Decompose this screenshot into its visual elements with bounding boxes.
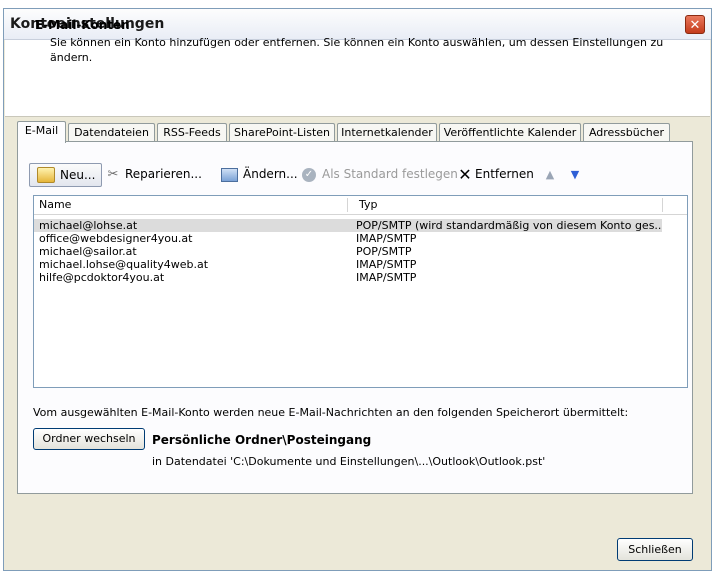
column-divider[interactable] xyxy=(347,198,348,212)
change-button[interactable]: Ändern... xyxy=(219,163,298,187)
account-row[interactable]: office@webdesigner4you.at IMAP/SMTP xyxy=(34,232,662,245)
tab-published-calendars[interactable]: Veröffentlichte Kalender xyxy=(439,123,581,142)
account-type: POP/SMTP (wird standardmäßig von diesem … xyxy=(356,219,662,232)
tab-data-files[interactable]: Datendateien xyxy=(68,123,155,142)
set-default-button[interactable]: ✓ Als Standard festlegen xyxy=(300,163,458,187)
x-icon: ✕ xyxy=(458,165,472,184)
account-row[interactable]: michael.lohse@quality4web.at IMAP/SMTP xyxy=(34,258,662,271)
move-up-button[interactable]: ▲ xyxy=(542,163,556,187)
tab-rss-feeds[interactable]: RSS-Feeds xyxy=(157,123,227,142)
accounts-list[interactable]: Name Typ michael@lohse.at POP/SMTP (wird… xyxy=(33,195,688,388)
change-icon xyxy=(221,168,238,182)
move-down-button[interactable]: ▼ xyxy=(567,163,581,187)
arrow-up-icon: ▲ xyxy=(545,168,555,181)
column-header-type[interactable]: Typ xyxy=(359,198,378,211)
delivery-datafile-path: in Datendatei 'C:\Dokumente und Einstell… xyxy=(152,455,546,468)
repair-label: Reparieren... xyxy=(125,167,202,181)
account-name: hilfe@pcdoktor4you.at xyxy=(39,271,165,284)
tab-sharepoint-lists[interactable]: SharePoint-Listen xyxy=(229,123,335,142)
remove-button[interactable]: ✕ Entfernen xyxy=(457,163,534,187)
list-header: Name Typ xyxy=(34,196,687,215)
tab-internet-calendars[interactable]: Internetkalender xyxy=(337,123,437,142)
account-row[interactable]: michael@sailor.at POP/SMTP xyxy=(34,245,662,258)
close-window-button[interactable]: ✕ xyxy=(685,15,705,34)
checkmark-icon: ✓ xyxy=(302,168,316,182)
account-name: michael@lohse.at xyxy=(39,219,138,232)
new-account-button[interactable]: Neu... xyxy=(29,163,103,187)
tab-address-books[interactable]: Adressbücher xyxy=(583,123,670,142)
remove-label: Entfernen xyxy=(475,167,534,181)
account-name: michael.lohse@quality4web.at xyxy=(39,258,209,271)
account-name: michael@sailor.at xyxy=(39,245,137,258)
account-type: IMAP/SMTP xyxy=(356,232,417,245)
account-type: IMAP/SMTP xyxy=(356,258,417,271)
change-label: Ändern... xyxy=(243,167,298,181)
account-row[interactable]: hilfe@pcdoktor4you.at IMAP/SMTP xyxy=(34,271,662,284)
repair-button[interactable]: ✂ Reparieren... xyxy=(105,163,202,187)
set-default-label: Als Standard festlegen xyxy=(322,167,458,181)
section-description: Sie können ein Konto hinzufügen oder ent… xyxy=(50,36,664,64)
tab-email[interactable]: E-Mail xyxy=(17,121,66,143)
account-name: office@webdesigner4you.at xyxy=(39,232,193,245)
arrow-down-icon: ▼ xyxy=(570,168,580,181)
column-header-name[interactable]: Name xyxy=(39,198,71,211)
change-folder-button[interactable]: Ordner wechseln xyxy=(33,428,145,450)
mail-new-icon xyxy=(37,167,55,183)
section-title: E-Mail-Konten xyxy=(35,18,130,32)
delivery-info-text: Vom ausgewählten E-Mail-Konto werden neu… xyxy=(33,406,629,419)
account-type: POP/SMTP xyxy=(356,245,412,258)
account-type: IMAP/SMTP xyxy=(356,271,417,284)
account-row[interactable]: michael@lohse.at POP/SMTP (wird standard… xyxy=(34,219,662,232)
new-account-label: Neu... xyxy=(60,168,96,182)
close-button[interactable]: Schließen xyxy=(617,538,693,561)
column-divider[interactable] xyxy=(662,198,663,212)
tools-icon: ✂ xyxy=(107,167,119,182)
delivery-folder: Persönliche Ordner\Posteingang xyxy=(152,433,372,447)
